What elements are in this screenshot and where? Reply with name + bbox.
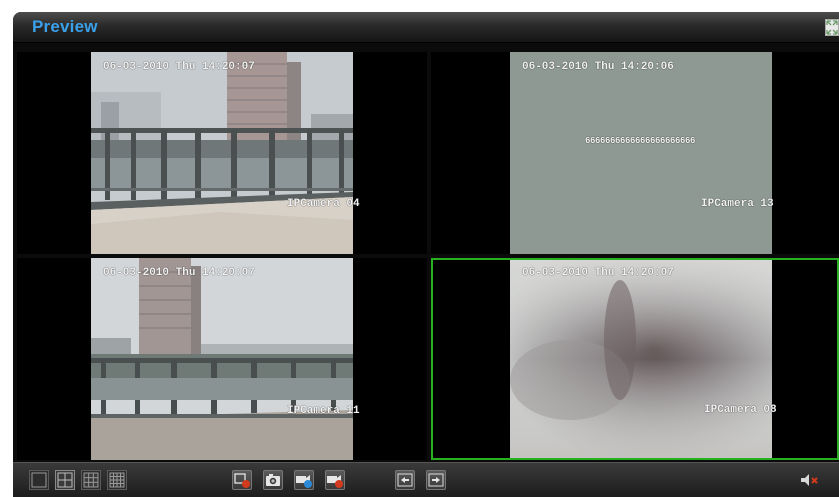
audio-toggle-button[interactable] <box>799 470 819 490</box>
single-screen-icon <box>31 472 47 488</box>
fullscreen-button[interactable] <box>825 19 839 36</box>
stop-recording-button[interactable] <box>325 470 345 490</box>
layout-1-button[interactable] <box>29 470 49 490</box>
timestamp-overlay: 06-03-2010 Thu 14:20:06 <box>522 61 674 73</box>
fullscreen-icon <box>826 20 838 35</box>
next-page-button[interactable] <box>426 470 446 490</box>
camera-name-overlay: IPCamera 04 <box>287 198 360 210</box>
osd-message-text: 6666666666666666666666 <box>585 136 696 146</box>
camera-feed-image <box>510 52 772 254</box>
preview-window: Preview 06-03-2010 Thu 14:20:07 IPCamera… <box>13 12 839 497</box>
layout-9-button[interactable] <box>81 470 101 490</box>
record-start-icon <box>296 475 312 488</box>
camera-feed-image <box>91 52 353 254</box>
stop-all-preview-button[interactable] <box>232 470 252 490</box>
speaker-muted-icon <box>801 474 818 486</box>
timestamp-overlay: 06-03-2010 Thu 14:20:07 <box>522 267 674 279</box>
camera-icon <box>266 474 280 486</box>
sixteen-screen-icon <box>109 472 125 488</box>
video-pane-2[interactable]: 06-03-2010 Thu 14:20:06 6666666666666666… <box>431 52 839 254</box>
arrow-right-icon <box>428 473 444 487</box>
window-title: Preview <box>32 17 98 36</box>
start-recording-button[interactable] <box>294 470 314 490</box>
video-grid: 06-03-2010 Thu 14:20:07 IPCamera 04 06-0… <box>17 52 839 460</box>
timestamp-overlay: 06-03-2010 Thu 14:20:07 <box>103 61 255 73</box>
camera-feed-image <box>91 258 353 460</box>
bottom-toolbar <box>13 462 839 497</box>
layout-16-button[interactable] <box>107 470 127 490</box>
timestamp-overlay: 06-03-2010 Thu 14:20:07 <box>103 267 255 279</box>
camera-name-overlay: IPCamera 11 <box>287 405 360 417</box>
camera-feed-image <box>510 260 772 458</box>
nine-screen-icon <box>83 472 99 488</box>
video-pane-4[interactable]: 06-03-2010 Thu 14:20:07 IPCamera 08 <box>431 258 839 460</box>
title-bar: Preview <box>13 12 839 43</box>
camera-name-overlay: IPCamera 08 <box>704 404 777 416</box>
camera-name-overlay: IPCamera 13 <box>701 198 774 210</box>
layout-4-button[interactable] <box>55 470 75 490</box>
snapshot-button[interactable] <box>263 470 283 490</box>
stop-preview-icon <box>234 473 250 488</box>
previous-page-button[interactable] <box>395 470 415 490</box>
video-pane-3[interactable]: 06-03-2010 Thu 14:20:07 IPCamera 11 <box>17 258 427 460</box>
quad-screen-icon <box>57 472 73 488</box>
arrow-left-icon <box>397 473 413 487</box>
record-stop-icon <box>327 475 343 488</box>
video-pane-1[interactable]: 06-03-2010 Thu 14:20:07 IPCamera 04 <box>17 52 427 254</box>
